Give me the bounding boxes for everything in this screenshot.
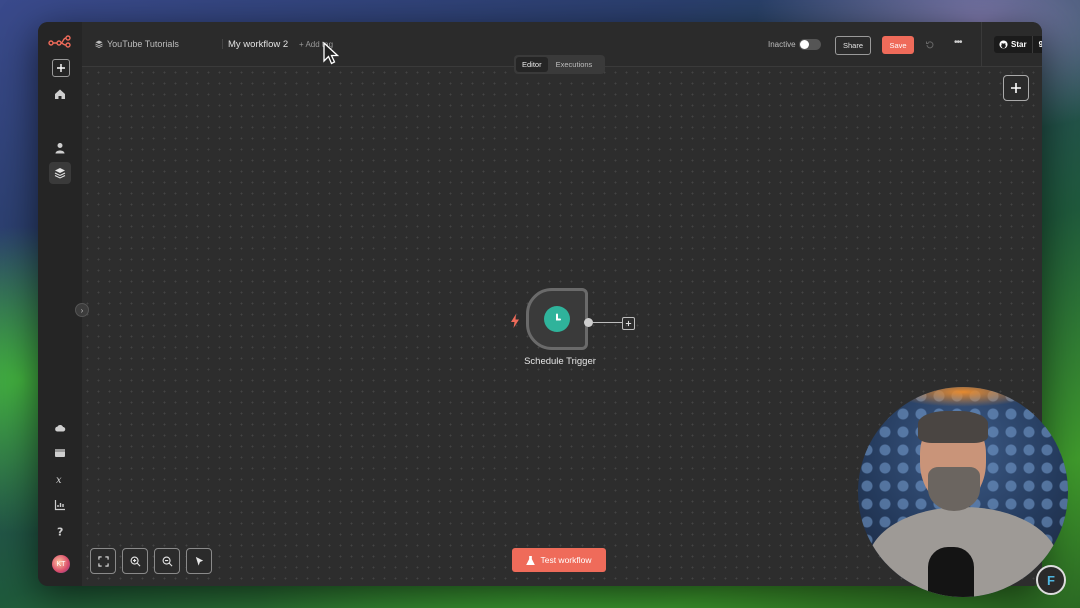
trigger-bolt-icon <box>511 314 519 328</box>
zoom-out-button[interactable] <box>154 548 180 574</box>
home-icon <box>55 89 65 99</box>
breadcrumb[interactable]: YouTube Tutorials <box>95 39 179 49</box>
test-workflow-button[interactable]: Test workflow <box>512 548 606 572</box>
webcam-light <box>888 387 1038 407</box>
user-avatar[interactable]: KT <box>52 555 70 573</box>
github-star-count: 93,270 <box>1031 36 1042 53</box>
test-workflow-label: Test workflow <box>540 555 592 565</box>
github-star-button[interactable]: Star 93,270 <box>994 36 1042 53</box>
clock-icon <box>544 306 570 332</box>
sidebar-item-home[interactable] <box>49 83 71 105</box>
layers-icon <box>95 40 103 48</box>
select-tool-button[interactable] <box>186 548 212 574</box>
variable-icon: x <box>56 475 62 485</box>
node-body[interactable] <box>526 288 588 350</box>
fit-view-icon <box>97 555 109 567</box>
help-icon: ? <box>57 526 63 538</box>
chevron-right-icon: › <box>80 305 84 315</box>
share-button[interactable]: Share <box>835 36 871 55</box>
svg-text:?: ? <box>57 526 63 538</box>
node-output-handle[interactable] <box>584 318 593 327</box>
sidebar-item-admin[interactable] <box>49 417 71 439</box>
plus-icon <box>57 64 65 72</box>
add-next-node-button[interactable] <box>622 317 635 330</box>
plus-icon <box>625 320 632 327</box>
box-icon <box>55 449 65 457</box>
tab-editor[interactable]: Editor <box>516 57 548 72</box>
more-options-icon[interactable]: ••• <box>954 37 962 48</box>
plus-icon <box>1011 83 1021 93</box>
sidebar-item-variables[interactable]: x <box>49 468 71 490</box>
svg-text:x: x <box>56 475 62 485</box>
zoom-to-fit-button[interactable] <box>90 548 116 574</box>
node-label: Schedule Trigger <box>524 356 596 367</box>
breadcrumb-divider <box>222 39 223 49</box>
sidebar-item-help[interactable]: ? <box>49 520 71 542</box>
n8n-logo-icon[interactable] <box>48 34 72 48</box>
breadcrumb-project[interactable]: YouTube Tutorials <box>107 39 179 49</box>
zoom-in-icon <box>130 556 140 566</box>
sidebar-item-personal[interactable] <box>49 137 71 159</box>
zoom-out-icon <box>162 556 172 566</box>
layers-icon <box>54 168 66 179</box>
tab-executions[interactable]: Executions <box>550 57 599 72</box>
channel-logo-icon: F <box>1036 565 1066 595</box>
cloud-icon <box>55 424 66 432</box>
workflow-name[interactable]: My workflow 2 <box>228 39 288 50</box>
mouse-cursor-icon <box>323 42 340 65</box>
flask-icon <box>526 555 536 565</box>
chart-icon <box>54 500 65 511</box>
presenter-hair <box>918 411 988 443</box>
sidebar-item-templates[interactable] <box>49 442 71 464</box>
pointer-icon <box>195 556 203 566</box>
zoom-in-button[interactable] <box>122 548 148 574</box>
presenter-beard <box>928 467 980 511</box>
presenter-webcam-overlay <box>858 387 1068 597</box>
history-icon[interactable] <box>925 40 935 50</box>
header-divider <box>981 22 982 66</box>
create-button[interactable] <box>52 59 70 77</box>
user-icon <box>55 143 65 154</box>
sidebar-item-insights[interactable] <box>49 494 71 516</box>
add-node-button[interactable] <box>1003 75 1029 101</box>
github-icon <box>999 40 1008 49</box>
active-toggle[interactable] <box>799 39 821 50</box>
microphone-icon <box>928 547 974 597</box>
sidebar-collapse-button[interactable]: › <box>75 303 89 317</box>
status-label: Inactive <box>768 40 796 49</box>
node-output-connector <box>593 322 622 323</box>
github-star-label: Star <box>1011 40 1027 49</box>
view-tabs: Editor Executions <box>514 55 605 74</box>
save-button[interactable]: Save <box>882 36 914 54</box>
sidebar-item-projects[interactable] <box>49 162 71 184</box>
